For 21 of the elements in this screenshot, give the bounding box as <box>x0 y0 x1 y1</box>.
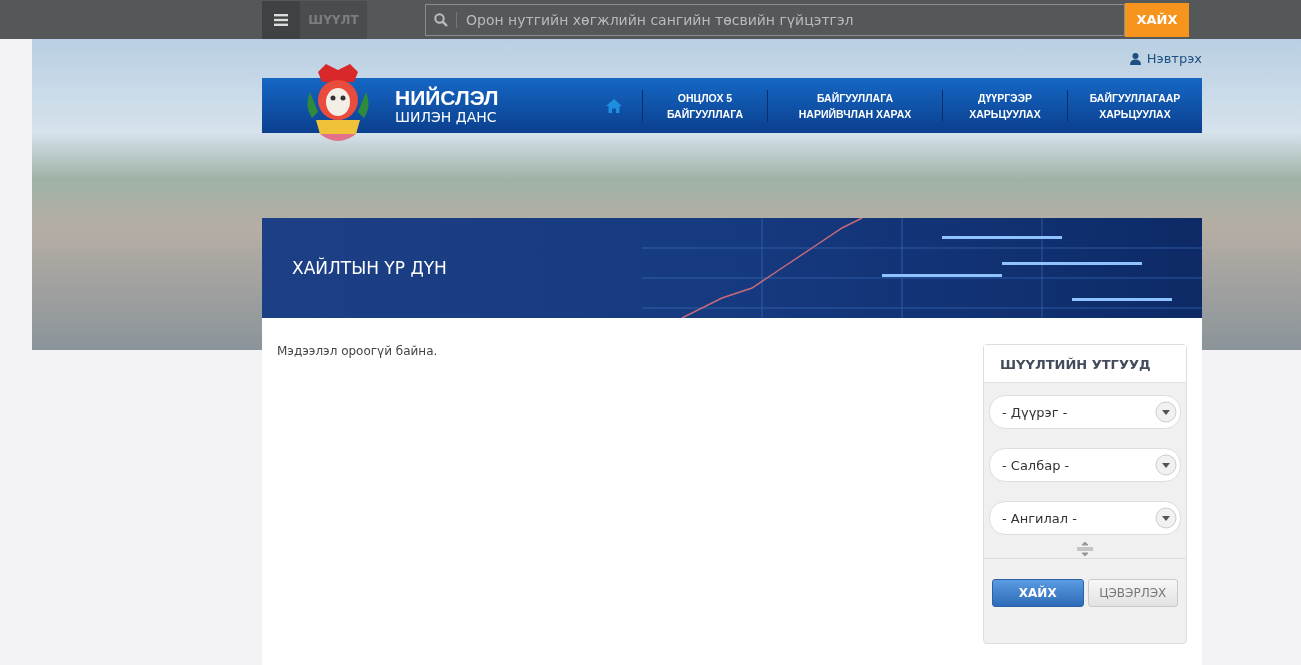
brand-subtitle: ШИЛЭН ДАНС <box>395 108 498 125</box>
empty-message: Мэдээлэл ороогүй байна. <box>277 344 438 360</box>
home-icon <box>606 98 622 113</box>
nav-link[interactable]: ОНЦЛОХ 5 БАЙГУУЛЛАГА <box>642 89 767 122</box>
menu-button[interactable] <box>262 0 300 39</box>
filter-title: ШҮҮЛТИЙН УТГУУД <box>984 345 1186 383</box>
user-icon <box>1129 52 1141 65</box>
search-button[interactable]: ХАЙХ <box>992 579 1084 607</box>
login-link[interactable]: Нэвтрэх <box>1129 51 1202 66</box>
dropdown-field[interactable]: - Салбар - <box>989 448 1181 482</box>
menu-icon <box>274 13 288 26</box>
brand-title: НИЙСЛЭЛ <box>395 86 499 109</box>
dropdown-field[interactable]: - Ангилал - <box>989 501 1181 535</box>
nav-link[interactable]: ДҮҮРГЭЭР ХАРЬЦУУЛАХ <box>942 89 1067 122</box>
clear-button[interactable]: ЦЭВЭРЛЭХ <box>1087 579 1178 607</box>
page-title: ХАЙЛТЫН ҮР ДҮН <box>292 258 447 278</box>
nav-link[interactable]: БАЙГУУЛЛАГААР ХАРЬЦУУЛАХ <box>1067 89 1202 122</box>
dropdown-field[interactable]: - Дүүрэг - <box>989 395 1181 429</box>
resize-handle-icon[interactable] <box>1076 542 1094 556</box>
nav-link[interactable]: БАЙГУУЛЛАГА НАРИЙВЧЛАН ХАРАХ <box>767 89 942 122</box>
search-field[interactable]: Орон нутгийн хөгжлийн сангийн төсвийн гүйцэтгэл <box>425 3 1125 36</box>
